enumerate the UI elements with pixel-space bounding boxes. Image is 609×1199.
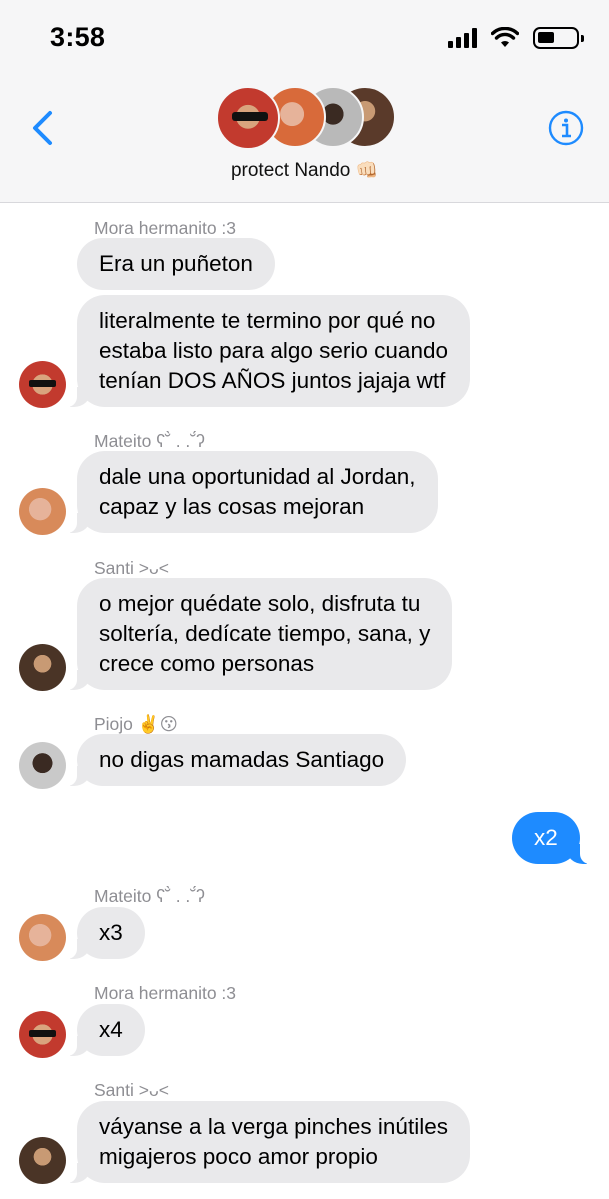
group-avatar-1	[216, 86, 280, 150]
sender-name: Santi >ᴗ<	[94, 1080, 169, 1100]
outgoing-message-bubble[interactable]: x2	[512, 812, 590, 864]
sender-name: Piojo ✌️😗	[94, 714, 178, 734]
message-bubble[interactable]: Era un puñeton	[77, 238, 275, 290]
message-bubble[interactable]: literalmente te termino por qué no estab…	[67, 295, 470, 407]
message-bubble[interactable]: dale una oportunidad al Jordan, capaz y …	[67, 451, 438, 533]
sender-avatar	[19, 488, 66, 535]
back-button[interactable]	[28, 108, 58, 148]
sender-avatar	[19, 644, 66, 691]
message-bubble[interactable]: x3	[67, 907, 145, 959]
sender-name: Mora hermanito :3	[94, 983, 237, 1003]
sender-avatar	[19, 361, 66, 408]
sender-name: Mora hermanito :3	[94, 218, 237, 238]
wifi-icon	[491, 27, 519, 47]
message-list[interactable]: Mora hermanito :3 Era un puñeton literal…	[0, 204, 609, 1199]
sender-avatar	[19, 1011, 66, 1058]
message-bubble[interactable]: no digas mamadas Santiago	[66, 734, 407, 786]
battery-icon	[533, 27, 584, 49]
sender-avatar	[19, 914, 66, 961]
message-bubble[interactable]: x4	[67, 1004, 145, 1056]
group-name[interactable]: protect Nando 👊🏻	[0, 160, 609, 182]
status-time: 3:58	[50, 22, 106, 52]
status-icons	[448, 26, 584, 50]
sender-name: Mateito ʕ˘̀ . .˘́ʔ	[94, 431, 205, 451]
message-bubble[interactable]: váyanse a la verga pinches inútiles miga…	[67, 1101, 470, 1183]
message-bubble[interactable]: o mejor quédate solo, disfruta tu solter…	[66, 578, 453, 690]
sender-avatar	[19, 742, 66, 789]
group-avatars[interactable]	[216, 86, 396, 150]
group-name-text: protect Nando	[230, 160, 351, 181]
sender-avatar	[19, 1137, 66, 1184]
chevron-left-icon	[33, 111, 52, 145]
info-icon	[548, 110, 584, 146]
info-button[interactable]	[548, 110, 584, 146]
conversation-header: 3:58 protect Nando 👊🏻	[0, 0, 609, 203]
sender-name: Santi >ᴗ<	[94, 558, 169, 578]
sender-name: Mateito ʕ˘̀ . .˘́ʔ	[94, 886, 205, 906]
fist-emoji: 👊🏻	[355, 160, 379, 180]
cellular-signal-icon	[448, 28, 477, 48]
